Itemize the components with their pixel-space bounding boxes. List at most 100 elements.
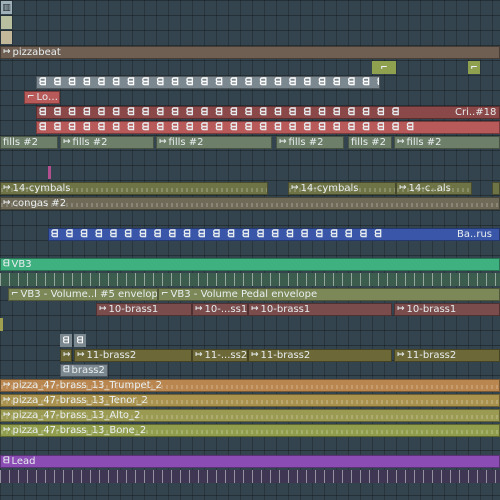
clip-label: 10-brass1	[406, 304, 457, 315]
clip-fills-5[interactable]: fills #2	[348, 136, 392, 149]
pattern-block[interactable]: ᗺ	[74, 334, 86, 347]
clip-label: brass2	[71, 365, 105, 376]
audio-clip-icon: ↦	[63, 350, 71, 360]
clip-vb3[interactable]: ᗺ VB3	[0, 258, 500, 271]
clip-label: fills #2	[168, 137, 204, 148]
audio-clip-icon: ↦	[399, 183, 407, 193]
pattern-marker[interactable]	[1, 31, 12, 44]
clip-label: 10-...ss1	[204, 304, 248, 315]
automation-curve-icon: ⌐	[380, 62, 388, 73]
clip-vb3-envelope-1[interactable]: ⌐ VB3 - Volume..l #5 envelope	[8, 288, 158, 301]
clip-label: fills #2	[406, 137, 442, 148]
audio-clip-icon: ↦	[291, 183, 299, 193]
audio-clip-icon: ↦	[3, 198, 11, 208]
clip-brass1-3[interactable]: ↦ 10-brass1	[248, 303, 392, 316]
clip-fills-6[interactable]: ↦ fills #2	[394, 136, 500, 149]
clip-label: fills #2	[351, 137, 386, 148]
audio-clip-icon: ↦	[63, 137, 71, 147]
audio-clip-icon: ↦	[251, 304, 259, 314]
clip-cymbals-4[interactable]	[492, 182, 500, 195]
audio-clip-icon: ↦	[279, 137, 287, 147]
audio-clip-icon: ↦	[251, 350, 259, 360]
clip-fills-1[interactable]: fills #2	[0, 136, 58, 149]
clip-label: Ba..rus	[457, 229, 493, 240]
clip-brass2-4[interactable]: ↦ 11-brass2	[248, 349, 392, 362]
pattern-row-grey[interactable]: ᗺ ᗺ ᗺ ᗺ ᗺ ᗺ ᗺ ᗺ ᗺ ᗺ ᗺ ᗺ ᗺ ᗺ ᗺ ᗺ ᗺ ᗺ ᗺ ᗺ …	[36, 76, 380, 89]
automation-curve-icon: ⌐	[161, 289, 169, 299]
small-marker[interactable]	[0, 318, 3, 331]
pattern-row-red-dark[interactable]: ᗺ ᗺ ᗺ ᗺ ᗺ ᗺ ᗺ ᗺ ᗺ ᗺ ᗺ ᗺ ᗺ ᗺ ᗺ ᗺ ᗺ ᗺ ᗺ ᗺ …	[36, 106, 500, 119]
pattern-block-icon: ᗺ	[63, 365, 70, 375]
playlist-grid[interactable]: ▥ ↦ pizzabeat ⌐ ⌐ ᗺ ᗺ ᗺ ᗺ ᗺ ᗺ ᗺ ᗺ ᗺ ᗺ ᗺ …	[0, 0, 500, 500]
clip-cymbals-1[interactable]: ↦ 14-cymbals	[0, 182, 268, 195]
audio-clip-icon: ↦	[397, 137, 405, 147]
clip-label: VB3	[11, 259, 32, 270]
clip-label: VB3 - Volume Pedal envelope	[170, 289, 318, 300]
audio-clip-icon: ↦	[159, 137, 167, 147]
audio-clip-icon: ↦	[3, 410, 11, 420]
clip-label: 11-brass2	[86, 350, 137, 361]
clip-fills-2[interactable]: ↦ fills #2	[60, 136, 154, 149]
audio-clip-icon: ↦	[195, 350, 203, 360]
audio-clip-icon: ↦	[99, 304, 107, 314]
clip-label: 14-cymbals	[12, 183, 71, 194]
pattern-block-icon: ᗺ	[3, 456, 10, 466]
clip-label: fills #2	[288, 137, 324, 148]
clip-label: pizza_47-brass_13_Alto_2	[12, 410, 141, 421]
clip-lo[interactable]: ⌐ Lo…	[24, 91, 60, 104]
pattern-block-icon: ᗺ	[3, 259, 10, 269]
small-marker[interactable]	[48, 166, 51, 179]
clip-label: 11-brass2	[260, 350, 311, 361]
automation-curve-icon: ⌐	[470, 62, 478, 73]
pattern-block-icons: ᗺ ᗺ ᗺ ᗺ ᗺ ᗺ ᗺ ᗺ ᗺ ᗺ ᗺ ᗺ ᗺ ᗺ ᗺ ᗺ ᗺ ᗺ ᗺ ᗺ …	[51, 229, 384, 240]
automation-curve-icon: ⌐	[27, 92, 35, 102]
clip-bone[interactable]: ↦ pizza_47-brass_13_Bone_2	[0, 424, 500, 437]
clip-fills-4[interactable]: ↦ fills #2	[276, 136, 344, 149]
clip-label: 14-cymbals	[300, 183, 359, 194]
clip-cymbals-2[interactable]: ↦ 14-cymbals	[288, 182, 396, 195]
clip-label: Cri..#18	[455, 107, 497, 118]
audio-clip-icon: ↦	[3, 395, 11, 405]
clip-brass2-5[interactable]: ↦ 11-brass2	[394, 349, 500, 362]
clip-label: pizzabeat	[12, 47, 61, 58]
pattern-row-red[interactable]: ᗺ ᗺ ᗺ ᗺ ᗺ ᗺ ᗺ ᗺ ᗺ ᗺ ᗺ ᗺ ᗺ ᗺ ᗺ ᗺ ᗺ ᗺ ᗺ ᗺ …	[36, 121, 500, 134]
clip-label: 10-brass1	[108, 304, 159, 315]
clip-brass1-4[interactable]: ↦ 10-brass1	[394, 303, 500, 316]
clip-label: 11-...ss2	[204, 350, 248, 361]
clip-cymbals-3[interactable]: ↦ 14-c..als	[396, 182, 472, 195]
clip-label: congas #2	[12, 198, 67, 209]
clip-brass1-1[interactable]: ↦ 10-brass1	[96, 303, 192, 316]
clip-fills-3[interactable]: ↦ fills #2	[156, 136, 272, 149]
pattern-row-blue[interactable]: ᗺ ᗺ ᗺ ᗺ ᗺ ᗺ ᗺ ᗺ ᗺ ᗺ ᗺ ᗺ ᗺ ᗺ ᗺ ᗺ ᗺ ᗺ ᗺ ᗺ …	[48, 228, 500, 241]
clip-vb3-envelope-2[interactable]: ⌐ VB3 - Volume Pedal envelope	[158, 288, 500, 301]
lead-notes	[0, 470, 500, 483]
clip-brass2-3[interactable]: ↦ 11-...ss2	[192, 349, 248, 362]
pattern-block-icons: ᗺ ᗺ ᗺ ᗺ ᗺ ᗺ ᗺ ᗺ ᗺ ᗺ ᗺ ᗺ ᗺ ᗺ ᗺ ᗺ ᗺ ᗺ ᗺ ᗺ …	[39, 122, 416, 133]
audio-clip-icon: ↦	[397, 350, 405, 360]
clip-brass2-1[interactable]: ↦	[60, 349, 72, 362]
pattern-block[interactable]: ᗺ	[60, 334, 72, 347]
clip-trumpet[interactable]: ↦ pizza_47-brass_13_Trumpet_2	[0, 379, 500, 392]
vb3-notes	[0, 273, 500, 286]
pattern-marker[interactable]: ▥	[1, 1, 12, 14]
clip-brass1-2[interactable]: ↦ 10-...ss1	[192, 303, 248, 316]
clip-congas[interactable]: ↦ congas #2	[0, 197, 500, 210]
clip-tenor[interactable]: ↦ pizza_47-brass_13_Tenor_2	[0, 394, 500, 407]
pattern-block-icons: ᗺ ᗺ ᗺ ᗺ ᗺ ᗺ ᗺ ᗺ ᗺ ᗺ ᗺ ᗺ ᗺ ᗺ ᗺ ᗺ ᗺ ᗺ ᗺ ᗺ …	[39, 107, 402, 118]
clip-lead[interactable]: ᗺ Lead	[0, 455, 500, 468]
audio-clip-icon: ↦	[3, 183, 11, 193]
pattern-marker[interactable]	[1, 16, 12, 29]
clip-label: 11-brass2	[406, 350, 457, 361]
clip-brass2-pattern[interactable]: ᗺ brass2	[60, 364, 108, 377]
clip-alto[interactable]: ↦ pizza_47-brass_13_Alto_2	[0, 409, 500, 422]
clip-label: Lo…	[36, 92, 59, 103]
clip-brass2-2[interactable]: ↦ 11-brass2	[74, 349, 192, 362]
clip-label: fills #2	[72, 137, 108, 148]
pattern-block-icons: ᗺ ᗺ ᗺ ᗺ ᗺ ᗺ ᗺ ᗺ ᗺ ᗺ ᗺ ᗺ ᗺ ᗺ ᗺ ᗺ ᗺ ᗺ ᗺ ᗺ …	[39, 77, 380, 88]
automation-clip[interactable]: ⌐	[468, 61, 480, 74]
clip-pizzabeat[interactable]: ↦ pizzabeat	[0, 46, 500, 59]
audio-clip-icon: ↦	[3, 380, 11, 390]
automation-clip[interactable]: ⌐	[372, 61, 396, 74]
clip-label: pizza_47-brass_13_Trumpet_2	[12, 380, 162, 391]
clip-label: fills #2	[3, 137, 38, 148]
